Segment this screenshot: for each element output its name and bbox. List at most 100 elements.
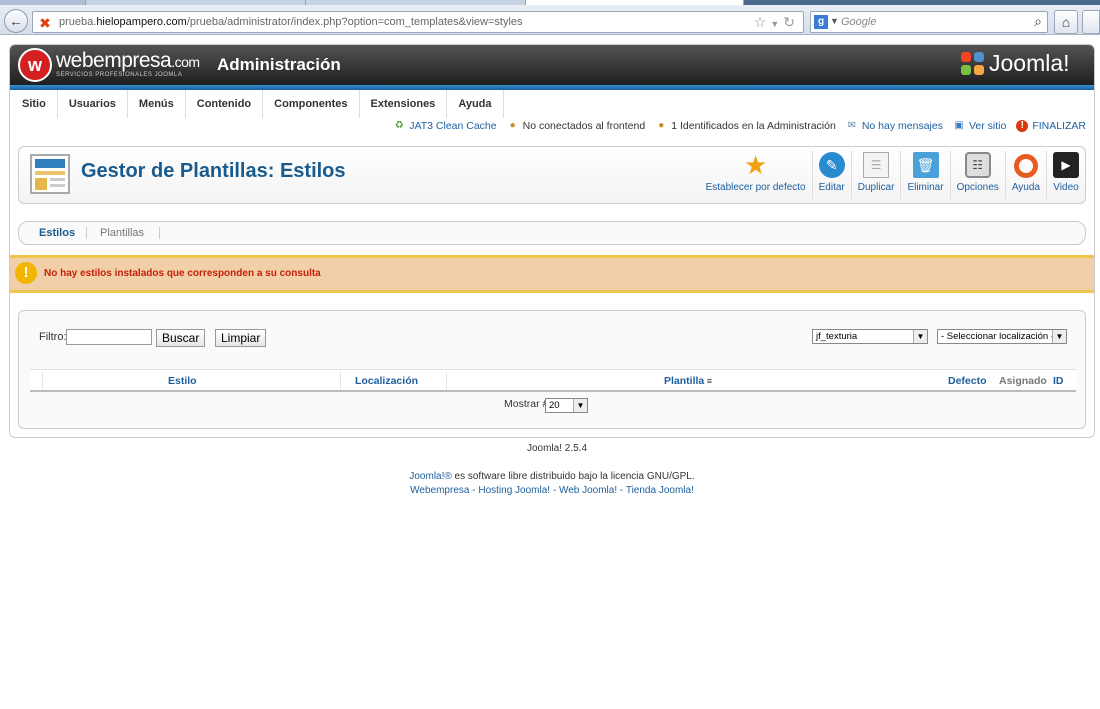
column-asignado: Asignado	[999, 375, 1047, 387]
set-default-button[interactable]: ★ Establecer por defecto	[700, 150, 812, 199]
envelope-icon: ✉	[847, 120, 857, 131]
help-button[interactable]: Ayuda	[1004, 151, 1046, 199]
view-site-link[interactable]: ▣ Ver sitio	[953, 120, 1006, 132]
search-icon[interactable]: ⌕	[1034, 13, 1042, 30]
joomla-mark-icon	[961, 52, 987, 78]
home-button[interactable]: ⌂	[1054, 10, 1078, 34]
menu-item-extensiones[interactable]: Extensiones	[360, 90, 448, 118]
video-icon: ▶	[1053, 152, 1079, 178]
address-bar[interactable]: ✖ prueba.hielopampero.com/prueba/adminis…	[32, 11, 804, 33]
clear-button[interactable]: Limpiar	[215, 329, 267, 347]
search-button[interactable]: Buscar	[156, 329, 206, 347]
limit-select[interactable]: 20 ▼	[545, 398, 588, 413]
footer-link-webempresa[interactable]: Webempresa	[410, 485, 469, 496]
history-dropdown-icon[interactable]: ▼	[770, 19, 783, 29]
logout-label: FINALIZAR	[1032, 120, 1086, 132]
copy-icon: ☰	[863, 152, 890, 178]
duplicate-button[interactable]: ☰ Duplicar	[850, 151, 901, 199]
home-icon: ⌂	[1061, 14, 1071, 30]
delete-button[interactable]: 🗑 Eliminar	[900, 151, 949, 199]
chevron-down-icon: ▼	[573, 399, 587, 412]
reload-icon[interactable]: ↻	[783, 14, 799, 30]
url-text: prueba.hielopampero.com/prueba/administr…	[59, 16, 523, 28]
footer-link-tienda[interactable]: Tienda Joomla!	[626, 485, 694, 496]
table-header: Estilo Localización Plantilla ≡ Defecto …	[30, 369, 1076, 392]
joomla-favicon-icon: ✖	[39, 15, 51, 31]
column-plantilla-label: Plantilla	[664, 375, 705, 387]
options-button[interactable]: ☷ Opciones	[949, 151, 1005, 199]
sort-icon: ≡	[704, 376, 713, 386]
show-label: Mostrar #	[504, 398, 549, 410]
footer-sep: -	[469, 485, 479, 496]
clean-cache-label: JAT3 Clean Cache	[409, 120, 497, 132]
location-filter-select[interactable]: - Seleccionar localización - ▼	[937, 329, 1067, 344]
footer-links: Webempresa - Hosting Joomla! - Web Jooml…	[0, 485, 1100, 496]
engine-dropdown-icon[interactable]: ▼	[830, 16, 839, 26]
column-localizacion[interactable]: Localización	[355, 375, 418, 387]
edit-button[interactable]: ✎ Editar	[811, 151, 851, 199]
pagination-limit: Mostrar #	[504, 398, 548, 410]
duplicate-label: Duplicar	[857, 182, 895, 193]
warning-icon: !	[15, 262, 37, 284]
admin-title: Administración	[217, 55, 341, 74]
set-default-label: Establecer por defecto	[705, 182, 806, 193]
tab-estilos[interactable]: Estilos	[39, 227, 75, 239]
menu-item-usuarios[interactable]: Usuarios	[58, 90, 128, 118]
lifebuoy-icon	[1013, 154, 1038, 178]
menu-item-componentes[interactable]: Componentes	[263, 90, 360, 118]
template-manager-icon	[30, 154, 70, 194]
messages-label: No hay mensajes	[861, 120, 943, 132]
column-defecto[interactable]: Defecto	[948, 375, 987, 387]
footer-link-web[interactable]: Web Joomla!	[559, 485, 617, 496]
messages-link[interactable]: ✉ No hay mensajes	[846, 120, 943, 132]
bookmark-star-icon[interactable]: ☆	[754, 14, 771, 30]
url-domain: hielopampero.com	[96, 16, 187, 28]
menu-item-contenido[interactable]: Contenido	[186, 90, 264, 118]
footer-link-hosting[interactable]: Hosting Joomla!	[478, 485, 550, 496]
back-button[interactable]: ←	[4, 9, 28, 33]
admin-users-status: ● 1 Identificados en la Administración	[655, 120, 836, 132]
brand-suffix: .com	[171, 54, 200, 70]
trash-icon: 🗑	[912, 152, 939, 178]
status-bar: ♻ JAT3 Clean Cache ● No conectados al fron…	[10, 118, 1094, 136]
search-placeholder: Google	[841, 16, 877, 28]
filter-search-input[interactable]	[66, 329, 152, 345]
tab-separator	[86, 227, 87, 239]
template-filter-select[interactable]: jf_texturia ▼	[812, 329, 928, 344]
back-arrow-icon: ←	[9, 13, 23, 29]
view-site-label: Ver sitio	[968, 120, 1007, 132]
menu-item-sitio[interactable]: Sitio	[11, 90, 58, 118]
footer-sep: -	[550, 485, 559, 496]
notice-message: ! No hay estilos instalados que correspo…	[10, 255, 1094, 293]
logout-link[interactable]: ! FINALIZAR	[1016, 120, 1086, 132]
chevron-down-icon: ▼	[1052, 330, 1066, 343]
webempresa-logo-icon: w	[18, 48, 52, 82]
column-id[interactable]: ID	[1053, 375, 1064, 387]
notice-text: No hay estilos instalados que correspond…	[44, 268, 321, 279]
joomla-wordmark: Joomla!	[989, 50, 1070, 76]
google-engine-icon[interactable]: g	[814, 15, 828, 29]
column-estilo[interactable]: Estilo	[168, 375, 197, 387]
menu-item-ayuda[interactable]: Ayuda	[447, 90, 504, 118]
url-controls: ☆▼↻	[754, 14, 799, 31]
limit-value: 20	[549, 400, 560, 411]
video-button[interactable]: ▶ Video	[1046, 151, 1085, 199]
users-icon: ●	[509, 120, 516, 131]
search-bar[interactable]: g ▼ Google ⌕	[810, 11, 1048, 33]
filter-label: Filtro:	[39, 331, 67, 343]
extra-toolbar-button[interactable]	[1082, 10, 1100, 34]
menu-item-menus[interactable]: Menús	[128, 90, 186, 118]
options-icon: ☷	[964, 152, 991, 178]
column-plantilla[interactable]: Plantilla ≡	[664, 375, 712, 387]
admin-header: w webempresa.com SERVICIOS PROFESIONALES…	[10, 45, 1094, 90]
frontend-users-status: ● No conectados al frontend	[507, 120, 646, 132]
url-prefix: prueba.	[59, 16, 97, 28]
tab-plantillas[interactable]: Plantillas	[100, 227, 144, 239]
joomla-link[interactable]: Joomla!®	[409, 471, 451, 482]
url-path: /prueba/administrator/index.php?option=c…	[186, 16, 523, 28]
admin-container: w webempresa.com SERVICIOS PROFESIONALES…	[9, 44, 1095, 438]
help-label: Ayuda	[1011, 182, 1040, 193]
footer-sep: -	[617, 485, 626, 496]
clean-cache-link[interactable]: ♻ JAT3 Clean Cache	[393, 120, 497, 132]
submenu-tabs: Estilos Plantillas	[18, 221, 1086, 245]
